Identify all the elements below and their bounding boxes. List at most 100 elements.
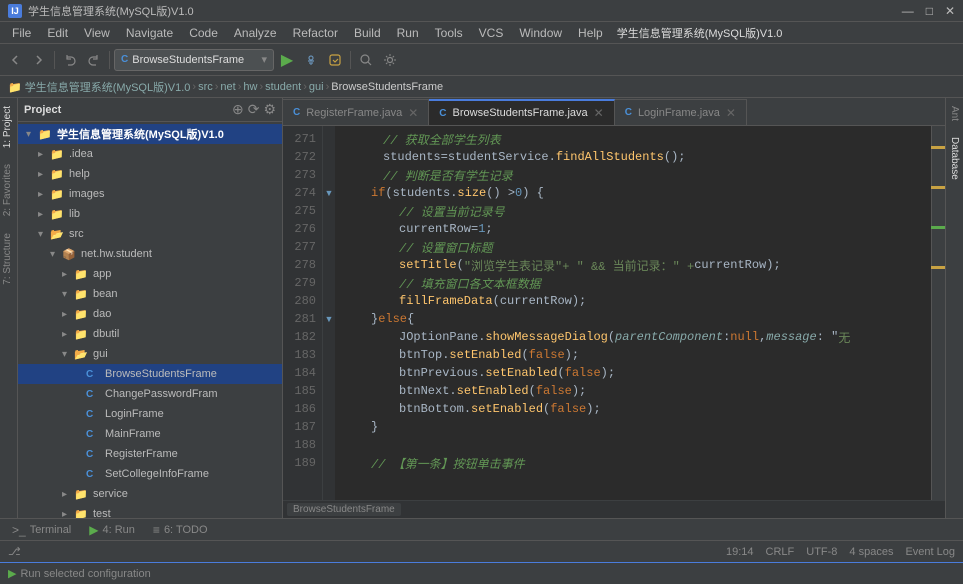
tab-register-close[interactable]: ✕ [408, 106, 418, 120]
menu-help[interactable]: Help [570, 24, 611, 42]
debug-button[interactable] [300, 49, 322, 71]
tree-item-images[interactable]: ▸ 📁 images [18, 184, 282, 204]
database-strip-tab[interactable]: Database [947, 129, 962, 188]
tree-item-bean[interactable]: ▾ 📁 bean [18, 284, 282, 304]
run-config-selector[interactable]: C BrowseStudentsFrame ▾ [114, 49, 274, 71]
structure-strip-tab[interactable]: 7: Structure [0, 225, 17, 293]
breadcrumb-hw[interactable]: hw [243, 81, 257, 93]
tree-arrow-help: ▸ [38, 169, 50, 180]
toolbar-undo-button[interactable] [59, 49, 81, 71]
tree-item-src[interactable]: ▾ 📂 src [18, 224, 282, 244]
tree-item-setcollege[interactable]: C SetCollegeInfoFrame [18, 464, 282, 484]
folder-icon-lib: 📁 [50, 208, 66, 221]
search-button[interactable] [355, 49, 377, 71]
menu-navigate[interactable]: Navigate [118, 24, 181, 42]
event-log[interactable]: Event Log [905, 546, 955, 558]
menu-code[interactable]: Code [181, 24, 226, 42]
folder-icon-gui: 📂 [74, 348, 90, 361]
menu-refactor[interactable]: Refactor [285, 24, 346, 42]
tab-browse-frame[interactable]: C BrowseStudentsFrame.java ✕ [429, 99, 614, 125]
breadcrumb-gui[interactable]: gui [309, 81, 324, 93]
code-line-182: JOptionPane . showMessageDialog ( parent… [343, 328, 923, 346]
tree-item-login-frame[interactable]: C LoginFrame [18, 404, 282, 424]
project-panel-title: Project [24, 104, 61, 116]
menu-analyze[interactable]: Analyze [226, 24, 285, 42]
tree-item-idea[interactable]: ▸ 📁 .idea [18, 144, 282, 164]
project-action-sync[interactable]: ⟳ [248, 101, 260, 118]
breadcrumb-student[interactable]: student [265, 81, 301, 93]
breadcrumb-net[interactable]: net [220, 81, 235, 93]
line-separator[interactable]: CRLF [766, 546, 795, 558]
favorites-strip-tab[interactable]: 2: Favorites [0, 156, 17, 224]
run-tab[interactable]: ▶ 4: Run [81, 520, 143, 540]
java-class-icon-changepwd: C [86, 389, 102, 400]
tree-item-change-pwd[interactable]: C ChangePasswordFram [18, 384, 282, 404]
menu-window[interactable]: Window [511, 24, 570, 42]
tree-item-lib[interactable]: ▸ 📁 lib [18, 204, 282, 224]
tree-arrow-pkg: ▾ [50, 249, 62, 260]
menu-edit[interactable]: Edit [39, 24, 76, 42]
breadcrumb-src[interactable]: src [198, 81, 213, 93]
java-class-icon-browse: C [86, 369, 102, 380]
tree-label-lib: lib [69, 208, 80, 220]
tree-arrow-lib: ▸ [38, 209, 50, 220]
run-button[interactable]: ▶ [276, 49, 298, 71]
settings-button[interactable] [379, 49, 401, 71]
run-coverage-button[interactable] [324, 49, 346, 71]
breadcrumb-current[interactable]: BrowseStudentsFrame [331, 81, 443, 93]
menu-tools[interactable]: Tools [427, 24, 471, 42]
fold-183 [323, 346, 335, 364]
project-action-add[interactable]: ⊕ [232, 101, 244, 118]
code-content[interactable]: // 获取全部学生列表 students = studentService . … [335, 126, 931, 500]
toolbar-back-button[interactable] [4, 49, 26, 71]
toolbar-redo-button[interactable] [83, 49, 105, 71]
indent-settings[interactable]: 4 spaces [849, 546, 893, 558]
tree-arrow-dbutil: ▸ [62, 329, 74, 340]
tab-register-frame[interactable]: C RegisterFrame.java ✕ [283, 99, 429, 125]
maximize-button[interactable]: □ [926, 4, 933, 18]
project-panel: Project ⊕ ⟳ ⚙ ▾ 📁 学生信息管理系统(MySQL版)V1.0 ▸… [18, 98, 283, 518]
file-encoding[interactable]: UTF-8 [806, 546, 837, 558]
tree-item-gui[interactable]: ▾ 📂 gui [18, 344, 282, 364]
tree-label-src: src [69, 228, 84, 240]
todo-tab[interactable]: ≡ 6: TODO [145, 520, 216, 540]
line-num-183: 183 [283, 346, 322, 364]
menu-build[interactable]: Build [346, 24, 389, 42]
close-button[interactable]: ✕ [945, 4, 955, 18]
tree-item-dbutil[interactable]: ▸ 📁 dbutil [18, 324, 282, 344]
tree-item-pkg[interactable]: ▾ 📦 net.hw.student [18, 244, 282, 264]
tree-item-browse-frame[interactable]: C BrowseStudentsFrame [18, 364, 282, 384]
toolbar-forward-button[interactable] [28, 49, 50, 71]
menu-vcs[interactable]: VCS [471, 24, 512, 42]
menu-run[interactable]: Run [389, 24, 427, 42]
minimize-button[interactable]: — [902, 4, 914, 18]
ant-strip-tab[interactable]: Ant [947, 98, 962, 129]
breadcrumb-project[interactable]: 📁 学生信息管理系统(MySQL版)V1.0 [8, 79, 190, 95]
tree-item-app[interactable]: ▸ 📁 app [18, 264, 282, 284]
tree-arrow-service: ▸ [62, 489, 74, 500]
tree-item-help[interactable]: ▸ 📁 help [18, 164, 282, 184]
terminal-tab[interactable]: >_ Terminal [4, 520, 79, 540]
fold-281[interactable]: ▼ [323, 310, 335, 328]
tree-item-main-frame[interactable]: C MainFrame [18, 424, 282, 444]
tree-label-main-frame: MainFrame [105, 428, 161, 440]
tree-item-root[interactable]: ▾ 📁 学生信息管理系统(MySQL版)V1.0 [18, 124, 282, 144]
tree-item-service[interactable]: ▸ 📁 service [18, 484, 282, 504]
breadcrumb-sep4: › [259, 81, 263, 93]
folder-icon-idea: 📁 [50, 148, 66, 161]
editor-scroll-markers[interactable] [931, 126, 945, 500]
tree-item-dao[interactable]: ▸ 📁 dao [18, 304, 282, 324]
menu-file[interactable]: File [4, 24, 39, 42]
tab-login-frame[interactable]: C LoginFrame.java ✕ [615, 99, 747, 125]
tab-login-close[interactable]: ✕ [726, 106, 736, 120]
project-action-settings[interactable]: ⚙ [263, 101, 276, 118]
menu-view[interactable]: View [76, 24, 118, 42]
tree-item-register-frame[interactable]: C RegisterFrame [18, 444, 282, 464]
title-bar: IJ 学生信息管理系统(MySQL版)V1.0 — □ ✕ [0, 0, 963, 22]
title-bar-left: IJ 学生信息管理系统(MySQL版)V1.0 [8, 3, 194, 19]
tab-browse-close[interactable]: ✕ [594, 106, 604, 120]
fold-274[interactable]: ▼ [323, 184, 335, 202]
project-strip-tab[interactable]: 1: Project [0, 98, 17, 156]
tree-item-test[interactable]: ▸ 📁 test [18, 504, 282, 518]
cursor-position: 19:14 [726, 546, 754, 558]
